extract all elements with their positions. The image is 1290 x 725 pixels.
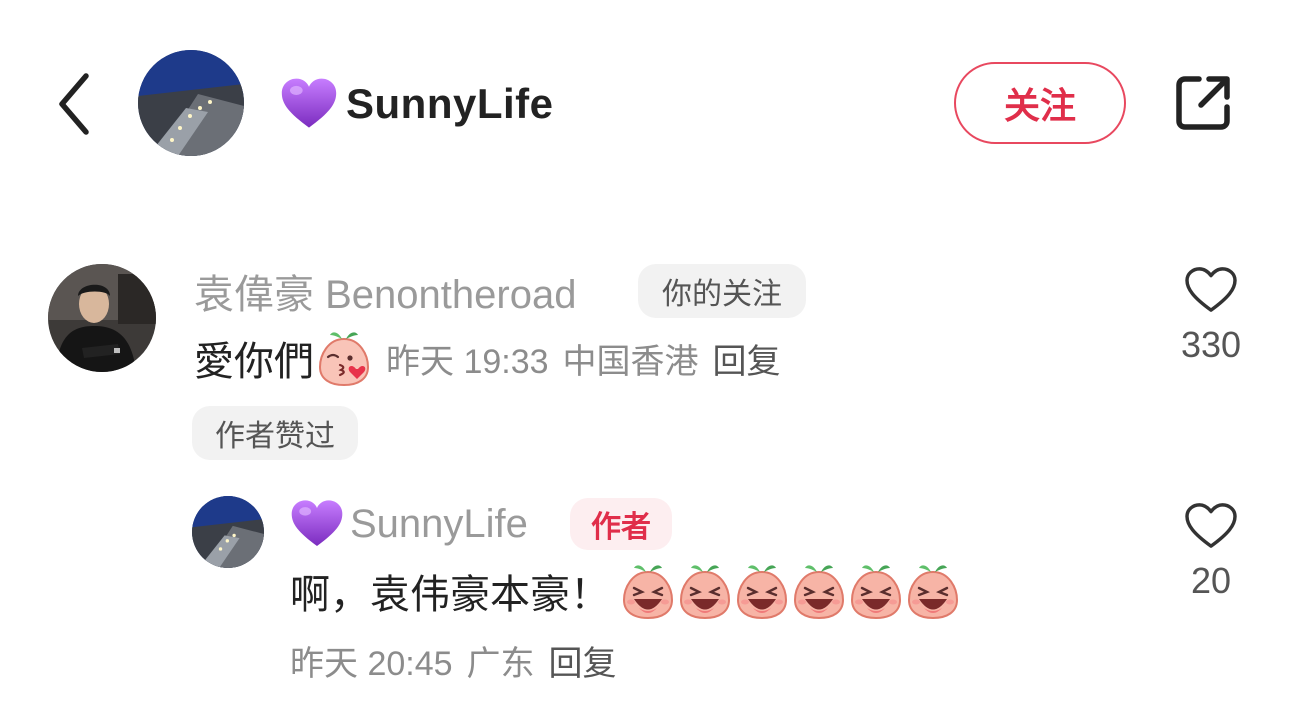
emoji-row	[620, 562, 962, 620]
comment-location: 中国香港	[562, 342, 699, 381]
chevron-left-icon	[59, 73, 89, 135]
commenter-username-text: 袁偉豪 Benontheroad	[194, 273, 577, 317]
reply-location: 广东	[466, 644, 535, 683]
peach-laugh-icon	[905, 562, 961, 620]
follow-button-label: 关注	[1003, 85, 1076, 126]
heart-outline-icon[interactable]	[1184, 266, 1238, 314]
share-external-icon	[1176, 76, 1230, 130]
reply-text: 啊，袁伟豪本豪！	[290, 573, 610, 617]
peach-laugh-icon	[734, 562, 790, 620]
avatar-image	[48, 264, 156, 372]
like-count: 20	[1190, 560, 1232, 601]
author-liked-tag: 作者赞过	[192, 406, 358, 460]
purple-heart-icon	[280, 75, 338, 133]
follow-button[interactable]: 关注	[954, 62, 1126, 144]
reply-link[interactable]: 回复	[713, 334, 781, 383]
like-group: 20	[1166, 502, 1256, 602]
profile-name-text: SunnyLife	[346, 80, 554, 127]
like-group: 330	[1166, 266, 1256, 366]
heart-outline-icon[interactable]	[1184, 502, 1238, 550]
author-tag: 作者	[570, 498, 672, 550]
reply-time: 昨天 20:45	[290, 644, 453, 683]
comment-time: 昨天 19:33	[386, 342, 549, 381]
commenter-avatar[interactable]	[48, 264, 156, 372]
comment-body[interactable]: 愛你們 昨天 19:33 中国香港 回复	[194, 328, 781, 388]
reply-avatar[interactable]	[192, 496, 264, 568]
author-tag-text: 作者	[591, 511, 651, 544]
reply-body[interactable]: 啊，袁伟豪本豪！	[290, 560, 962, 622]
reply-username[interactable]: SunnyLife	[290, 496, 528, 552]
peach-laugh-icon	[677, 562, 733, 620]
avatar-image	[138, 50, 244, 156]
purple-heart-icon	[290, 497, 344, 551]
avatar-image	[192, 496, 264, 568]
back-button[interactable]	[44, 68, 104, 140]
peach-laugh-icon	[791, 562, 847, 620]
commenter-username[interactable]: 袁偉豪 Benontheroad	[194, 264, 576, 318]
profile-name[interactable]: SunnyLife	[280, 74, 554, 134]
author-liked-tag-text: 作者赞过	[215, 420, 335, 453]
reply-link[interactable]: 回复	[549, 636, 617, 685]
like-count: 330	[1180, 324, 1242, 365]
comment-text: 愛你們	[194, 340, 314, 384]
reply-meta: 昨天 20:45 广东 回复	[290, 634, 617, 686]
reply-username-text: SunnyLife	[350, 501, 528, 546]
profile-avatar[interactable]	[138, 50, 244, 156]
following-tag-text: 你的关注	[662, 278, 782, 311]
following-tag: 你的关注	[638, 264, 806, 318]
peach-laugh-icon	[620, 562, 676, 620]
share-button[interactable]	[1168, 68, 1238, 138]
peach-laugh-icon	[848, 562, 904, 620]
peach-kiss-icon	[316, 329, 372, 387]
